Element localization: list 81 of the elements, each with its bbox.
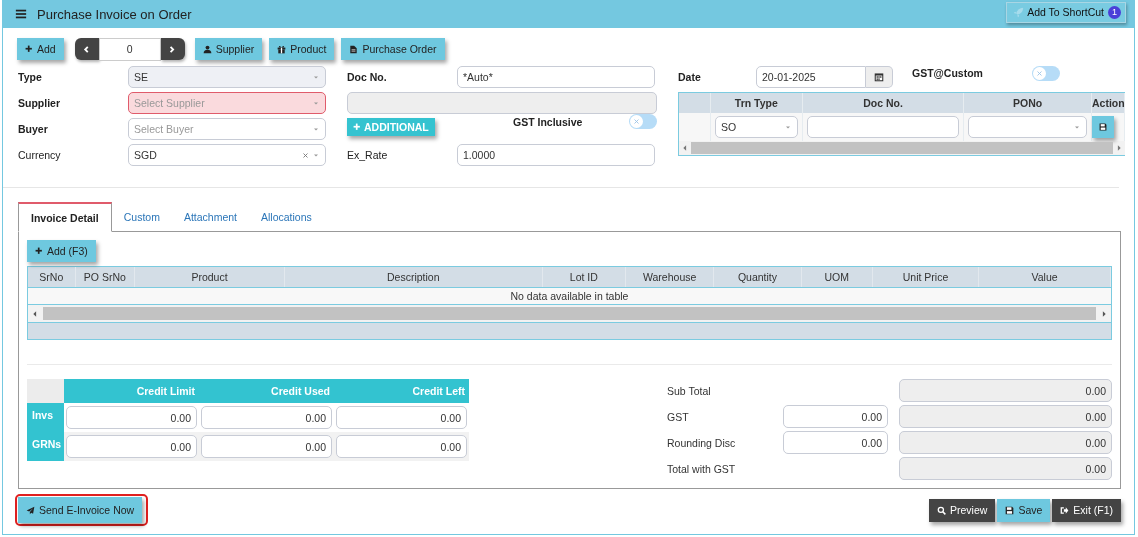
amount-field[interactable]: 0.00 [336, 406, 467, 429]
add-button[interactable]: Add [17, 38, 64, 60]
add-row-button[interactable]: Add (F3) [27, 240, 96, 262]
empty-table-message: No data available in table [28, 287, 1111, 305]
tab[interactable]: Allocations [249, 202, 324, 231]
amount-field[interactable]: 0.00 [66, 435, 197, 458]
tab[interactable]: Attachment [171, 202, 249, 231]
add-to-shortcut-button[interactable]: Add To ShortCut 1 [1006, 1, 1126, 23]
paper-plane-icon [26, 505, 35, 515]
plus-icon [25, 45, 33, 53]
exit-button[interactable]: Exit (F1) [1052, 498, 1121, 522]
total-value-field: 0.00 [899, 405, 1112, 428]
select-field[interactable]: SGD [128, 144, 326, 166]
tab[interactable]: Custom [111, 202, 172, 231]
doc-number-field[interactable]: *Auto* [457, 66, 655, 88]
next-button[interactable] [160, 38, 185, 60]
exchange-rate-field[interactable]: 1.0000 [457, 144, 655, 166]
search-icon [937, 505, 947, 515]
total-value-field: 0.00 [899, 379, 1112, 402]
doc-number-field[interactable] [806, 116, 960, 138]
plus-icon [353, 123, 361, 131]
table-corner [27, 379, 64, 403]
select-field[interactable] [968, 116, 1088, 138]
exit-icon [1060, 505, 1070, 515]
calendar-icon [874, 72, 884, 82]
amount-field[interactable]: 0.00 [783, 405, 888, 428]
record-number-field[interactable]: 0 [98, 37, 161, 61]
page-title: Purchase Invoice on Order [37, 6, 193, 22]
gift-icon [277, 44, 287, 54]
amount-field[interactable]: 0.00 [201, 435, 332, 458]
column-header: Credit Left [334, 379, 469, 403]
total-label: Total with GST [667, 462, 737, 475]
rocket-icon [1013, 6, 1025, 18]
save-row-button[interactable] [1092, 116, 1115, 138]
field-label: Type [18, 71, 43, 83]
calendar-button[interactable] [866, 66, 893, 88]
amount-field[interactable]: 0.00 [66, 406, 197, 429]
scroll-right-icon [1100, 309, 1108, 318]
amount-field[interactable]: 0.00 [783, 431, 888, 454]
cross-icon [1033, 66, 1046, 80]
product-button[interactable]: Product [269, 38, 335, 60]
total-label: GST [667, 410, 690, 423]
scroll-left-icon [681, 144, 689, 152]
field-label: GST@Custom [912, 67, 984, 79]
amount-field[interactable]: 0.00 [201, 406, 332, 429]
field-label: Currency [18, 149, 62, 161]
amount-field[interactable]: 0.00 [336, 435, 467, 458]
field-label: Doc No. [347, 71, 388, 83]
scroll-left-icon [31, 309, 39, 318]
row-header: Invs [27, 403, 64, 432]
row-header: GRNs [27, 432, 64, 461]
date-field[interactable]: 20-01-2025 [756, 66, 866, 88]
clear-icon [302, 151, 309, 159]
toggle-switch[interactable] [629, 114, 657, 129]
field-label: Ex_Rate [347, 149, 389, 161]
save-button[interactable]: Save [997, 498, 1051, 522]
select-field[interactable]: SO [714, 116, 798, 138]
toggle-switch[interactable] [1032, 65, 1060, 81]
document-icon [349, 44, 359, 54]
purchase-order-button[interactable]: Purchase Order [341, 38, 445, 60]
send-e-invoice-button[interactable]: Send E-Invoice Now [18, 497, 143, 523]
scroll-right-icon [1115, 144, 1123, 152]
field-label: Date [678, 71, 702, 83]
user-icon [202, 44, 212, 54]
preview-button[interactable]: Preview [929, 498, 996, 522]
field-label: Supplier [18, 97, 61, 109]
column-header: Credit Used [199, 379, 334, 403]
count-badge: 1 [1108, 5, 1121, 19]
menu-icon [15, 8, 27, 20]
field-label: Buyer [18, 123, 49, 135]
cross-icon [630, 115, 643, 128]
total-value-field: 0.00 [899, 457, 1112, 480]
plus-icon [35, 247, 43, 255]
supplier-button[interactable]: Supplier [194, 38, 263, 60]
total-label: Sub Total [667, 384, 712, 397]
total-label: Rounding Disc [667, 436, 737, 449]
column-header: Credit Limit [64, 379, 199, 403]
total-value-field: 0.00 [899, 431, 1112, 454]
tab[interactable]: Invoice Detail [18, 202, 112, 232]
field-label: GST Inclusive [513, 115, 584, 128]
previous-button[interactable] [74, 38, 99, 60]
